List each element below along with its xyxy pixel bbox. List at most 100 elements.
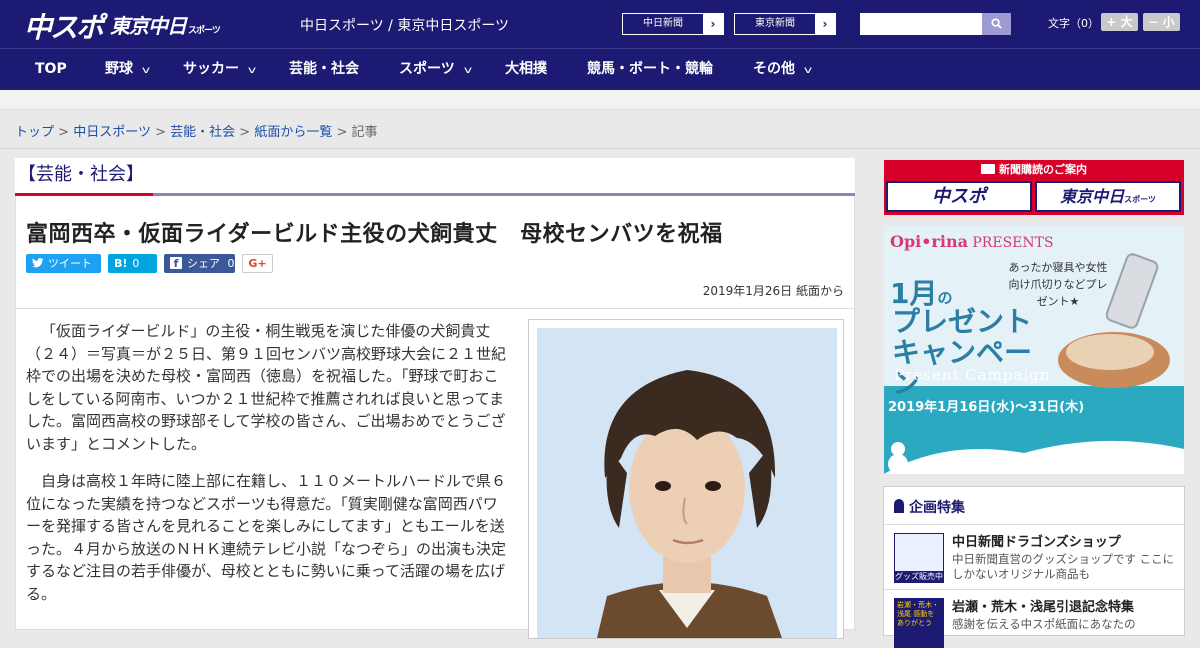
breadcrumb-paper-list[interactable]: 紙面から一覧: [254, 125, 332, 140]
retirement-thumb-label: 岩瀬・荒木・浅尾 感動をありがとう: [897, 601, 939, 627]
promo-english: Present Campaign: [894, 366, 1051, 384]
breadcrumb-sep: >: [239, 125, 251, 140]
article-paragraph: 「仮面ライダービルド」の主役・桐生戦兎を演じた俳優の犬飼貴丈（２４）＝写真＝が２…: [26, 322, 507, 453]
subnav-strip: [0, 90, 1200, 110]
article-photo[interactable]: [528, 319, 844, 639]
promo-brand-name: Opi•rina: [890, 232, 968, 251]
article-date: 2019年1月26日 紙面から: [702, 284, 844, 298]
nav-baseball[interactable]: 野球 v: [105, 49, 151, 91]
category-header: 【芸能・社会】: [15, 158, 855, 196]
facebook-share-button[interactable]: f シェア 0: [164, 254, 235, 273]
breadcrumb-sep: >: [58, 125, 70, 140]
tokyo-chunichi-logo-text: 東京中日: [110, 14, 187, 38]
tokyo-chunichi-logo-sub: スポーツ: [188, 26, 221, 36]
nav-entertainment[interactable]: 芸能・社会: [289, 49, 359, 91]
promo-period: 2019年1月16日(水)〜31日(木): [888, 400, 1085, 415]
ribbon-icon: [894, 499, 904, 513]
feature-name: 中日新聞ドラゴンズショップ: [952, 535, 1121, 550]
article-paragraph: 自身は高校１年時に陸上部に在籍し、１１０メートルハードルで県６位になった実績を持…: [26, 472, 507, 603]
tweet-button[interactable]: ツイート: [26, 254, 101, 273]
subscribe-tokyo-label: 東京中日: [1060, 187, 1125, 206]
dragons-shop-thumbnail: グッズ販売中: [894, 533, 944, 583]
facebook-share-label: シェア: [187, 257, 220, 270]
chevron-right-icon: ›: [815, 14, 835, 34]
chevron-down-icon: v: [141, 65, 151, 76]
tokyo-shimbun-label: 東京新聞: [755, 18, 795, 29]
font-size-label: 文字（0）: [1048, 17, 1099, 30]
promo-brand: Opi•rina PRESENTS: [890, 232, 1054, 251]
nav-entertainment-label: 芸能・社会: [289, 61, 359, 77]
breadcrumb-chunichi-sports[interactable]: 中日スポーツ: [73, 125, 151, 140]
present-campaign-banner[interactable]: Opi•rina PRESENTS あったか寝具や女性向け爪切りなどプレゼント★…: [884, 226, 1184, 474]
subscribe-chunichi-sports[interactable]: 中スポ: [886, 181, 1032, 212]
subscription-header: 新聞購読のご案内: [884, 160, 1184, 179]
nav-top[interactable]: TOP: [35, 49, 67, 91]
breadcrumb-top[interactable]: トップ: [15, 125, 54, 140]
nav-sumo[interactable]: 大相撲: [505, 49, 547, 91]
nav-sumo-label: 大相撲: [505, 61, 547, 77]
font-larger-button[interactable]: + 大: [1101, 13, 1138, 31]
facebook-icon: f: [170, 257, 182, 270]
tokyo-shimbun-link[interactable]: 東京新聞 ›: [734, 13, 836, 35]
breadcrumb: トップ > 中日スポーツ > 芸能・社会 > 紙面から一覧 > 記事: [15, 121, 378, 140]
site-name: 中日スポーツ / 東京中日スポーツ: [300, 18, 510, 34]
divider: [16, 308, 854, 309]
feature-section: 企画特集 グッズ販売中 中日新聞ドラゴンズショップ 中日新聞直営のグッズショップ…: [883, 486, 1185, 648]
article-body: 「仮面ライダービルド」の主役・桐生戦兎を演じた俳優の犬飼貴丈（２４）＝写真＝が２…: [26, 320, 508, 620]
tokyo-chunichi-logo[interactable]: 東京中日 スポーツ: [110, 10, 221, 39]
portrait-illustration: [537, 328, 837, 638]
retirement-thumbnail: 岩瀬・荒木・浅尾 感動をありがとう: [894, 598, 944, 648]
feature-heading: 企画特集: [894, 497, 965, 517]
google-plus-button[interactable]: G+: [242, 254, 273, 273]
nav-racing[interactable]: 競馬・ボート・競輪: [587, 49, 713, 91]
nav-racing-label: 競馬・ボート・競輪: [587, 61, 713, 77]
subscription-banner[interactable]: 新聞購読のご案内 中スポ 東京中日スポーツ: [884, 160, 1184, 215]
breadcrumb-entertainment[interactable]: 芸能・社会: [170, 125, 235, 140]
facebook-count: 0: [227, 257, 235, 270]
divider: [0, 148, 1200, 149]
search-button[interactable]: [982, 13, 1011, 35]
subscription-header-label: 新聞購読のご案内: [999, 163, 1087, 176]
nav-baseball-label: 野球: [105, 61, 133, 77]
chevron-right-icon: ›: [703, 14, 723, 34]
feature-name: 岩瀬・荒木・浅尾引退記念特集: [952, 600, 1135, 615]
article: 富岡西卒・仮面ライダービルド主役の犬飼貴丈 母校センバツを祝福 ツイート B! 0…: [15, 196, 855, 639]
dragons-shop-thumb-label: グッズ販売中: [895, 571, 943, 582]
chunichi-sports-logo[interactable]: 中スポ: [24, 6, 104, 46]
subscribe-tokyo-chunichi[interactable]: 東京中日スポーツ: [1035, 181, 1181, 212]
nav-top-label: TOP: [35, 61, 67, 77]
subscribe-tokyo-sub: スポーツ: [1124, 195, 1156, 204]
chevron-down-icon: v: [247, 65, 257, 76]
hatena-count: 0: [132, 257, 140, 270]
category-title: 【芸能・社会】: [18, 164, 144, 185]
search-icon: [991, 18, 1002, 29]
portrait-image: [537, 328, 837, 638]
newspaper-icon: [981, 164, 995, 174]
search-input[interactable]: [860, 13, 982, 35]
feature-desc: 中日新聞直営のグッズショップです ここにしかないオリジナル商品も: [952, 552, 1175, 581]
chunichi-shimbun-label: 中日新聞: [643, 18, 683, 29]
nav-sports[interactable]: スポーツ v: [399, 49, 472, 91]
nav-soccer[interactable]: サッカー v: [183, 49, 257, 91]
feature-heading-label: 企画特集: [909, 500, 965, 516]
main-nav: TOP 野球 v サッカー v 芸能・社会 スポーツ v 大相撲 競馬・ボート・競輪 …: [0, 48, 1200, 90]
breadcrumb-sep: >: [336, 125, 348, 140]
feature-item-dragons-shop[interactable]: グッズ販売中 中日新聞ドラゴンズショップ 中日新聞直営のグッズショップです ここ…: [884, 524, 1184, 588]
nav-sports-label: スポーツ: [399, 61, 455, 77]
site-header: 中スポ 東京中日 スポーツ 中日スポーツ / 東京中日スポーツ 中日新聞 › 東京…: [0, 0, 1200, 48]
nav-soccer-label: サッカー: [183, 61, 239, 77]
nav-other[interactable]: その他 v: [753, 49, 813, 91]
hatena-icon: B!: [114, 257, 128, 270]
breadcrumb-current: 記事: [351, 125, 378, 140]
nav-other-label: その他: [753, 61, 795, 77]
promo-tagline: あったか寝具や女性向け爪切りなどプレゼント★: [1008, 261, 1108, 308]
chevron-down-icon: v: [803, 65, 813, 76]
twitter-bird-icon: [32, 258, 44, 268]
font-smaller-button[interactable]: − 小: [1143, 13, 1180, 31]
promo-brand-tail: PRESENTS: [972, 235, 1054, 251]
chunichi-shimbun-link[interactable]: 中日新聞 ›: [622, 13, 724, 35]
chevron-down-icon: v: [463, 65, 472, 76]
article-title: 富岡西卒・仮面ライダービルド主役の犬飼貴丈 母校センバツを祝福: [26, 222, 723, 247]
breadcrumb-sep: >: [155, 125, 166, 140]
hatena-bookmark-button[interactable]: B! 0: [108, 254, 157, 273]
